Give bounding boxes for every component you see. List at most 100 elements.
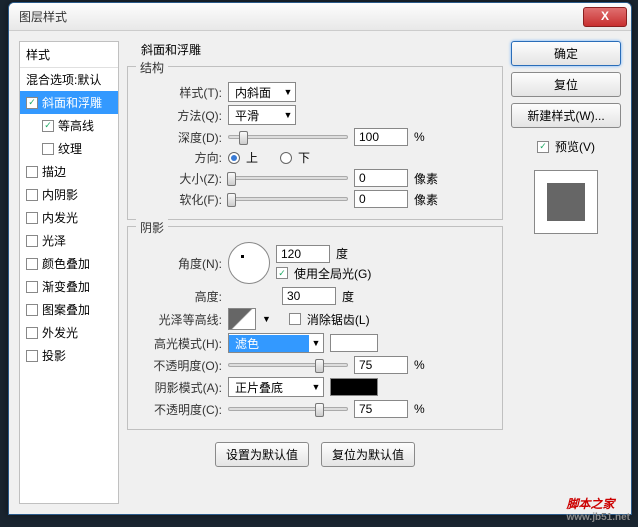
style-item[interactable]: 外发光	[20, 321, 118, 344]
soften-input[interactable]	[354, 190, 408, 208]
style-label: 颜色叠加	[42, 255, 90, 272]
direction-label: 方向:	[138, 149, 222, 166]
angle-label: 角度(N):	[138, 255, 222, 272]
shadow-mode-combo[interactable]: 正片叠底▼	[228, 377, 324, 397]
close-button[interactable]: X	[583, 7, 627, 27]
style-item[interactable]: 内阴影	[20, 183, 118, 206]
watermark: 脚本之家 www.jb51.net	[566, 491, 630, 523]
structure-legend: 结构	[136, 59, 168, 76]
style-item[interactable]: 混合选项:默认	[20, 68, 118, 91]
highlight-opacity-label: 不透明度(O):	[138, 357, 222, 374]
altitude-input[interactable]	[282, 287, 336, 305]
size-unit: 像素	[414, 170, 438, 187]
style-item[interactable]: 渐变叠加	[20, 275, 118, 298]
style-checkbox[interactable]	[42, 143, 54, 155]
style-checkbox[interactable]	[26, 235, 38, 247]
angle-dial[interactable]	[228, 242, 270, 284]
angle-input[interactable]	[276, 245, 330, 263]
method-combo[interactable]: 平滑▼	[228, 105, 296, 125]
window-title: 图层样式	[13, 8, 583, 25]
style-label: 斜面和浮雕	[42, 94, 102, 111]
style-label: 样式(T):	[138, 84, 222, 101]
size-label: 大小(Z):	[138, 170, 222, 187]
chevron-down-icon: ▼	[309, 338, 323, 348]
style-checkbox[interactable]	[26, 304, 38, 316]
style-checkbox[interactable]	[26, 350, 38, 362]
shadow-opacity-input[interactable]	[354, 400, 408, 418]
style-item[interactable]: 内发光	[20, 206, 118, 229]
highlight-opacity-slider[interactable]	[228, 363, 348, 367]
chevron-down-icon[interactable]: ▼	[262, 314, 271, 324]
style-checkbox[interactable]	[26, 189, 38, 201]
altitude-label: 高度:	[138, 288, 222, 305]
style-checkbox[interactable]	[42, 120, 54, 132]
style-label: 投影	[42, 347, 66, 364]
highlight-opacity-input[interactable]	[354, 356, 408, 374]
chevron-down-icon: ▼	[281, 87, 295, 97]
antialias-checkbox[interactable]	[289, 313, 301, 325]
style-checkbox[interactable]	[26, 327, 38, 339]
style-label: 内阴影	[42, 186, 78, 203]
style-label: 内发光	[42, 209, 78, 226]
style-checkbox[interactable]	[26, 281, 38, 293]
style-item[interactable]: 斜面和浮雕	[20, 91, 118, 114]
depth-slider[interactable]	[228, 135, 348, 139]
style-checkbox[interactable]	[26, 166, 38, 178]
style-checkbox[interactable]	[26, 258, 38, 270]
soften-label: 软化(F):	[138, 191, 222, 208]
style-label: 描边	[42, 163, 66, 180]
size-slider[interactable]	[228, 176, 348, 180]
styles-list: 样式 混合选项:默认斜面和浮雕等高线纹理描边内阴影内发光光泽颜色叠加渐变叠加图案…	[19, 41, 119, 504]
highlight-mode-label: 高光模式(H):	[138, 335, 222, 352]
style-item[interactable]: 描边	[20, 160, 118, 183]
gloss-label: 光泽等高线:	[138, 311, 222, 328]
style-checkbox[interactable]	[26, 212, 38, 224]
ok-button[interactable]: 确定	[511, 41, 621, 66]
section-title: 斜面和浮雕	[127, 41, 503, 58]
style-item[interactable]: 投影	[20, 344, 118, 367]
depth-input[interactable]	[354, 128, 408, 146]
preview-checkbox[interactable]: ✓	[537, 141, 549, 153]
style-checkbox[interactable]	[26, 97, 38, 109]
direction-up-radio[interactable]	[228, 152, 240, 164]
style-label: 光泽	[42, 232, 66, 249]
titlebar[interactable]: 图层样式 X	[9, 3, 631, 31]
method-label: 方法(Q):	[138, 107, 222, 124]
chevron-down-icon: ▼	[309, 382, 323, 392]
shading-legend: 阴影	[136, 219, 168, 236]
depth-unit: %	[414, 130, 425, 144]
cancel-button[interactable]: 复位	[511, 72, 621, 97]
style-label: 纹理	[58, 140, 82, 157]
style-label: 图案叠加	[42, 301, 90, 318]
style-combo[interactable]: 内斜面▼	[228, 82, 296, 102]
preview-swatch	[534, 170, 598, 234]
shadow-color-swatch[interactable]	[330, 378, 378, 396]
size-input[interactable]	[354, 169, 408, 187]
gloss-contour-picker[interactable]	[228, 308, 256, 330]
soften-unit: 像素	[414, 191, 438, 208]
style-item[interactable]: 光泽	[20, 229, 118, 252]
shadow-opacity-label: 不透明度(C):	[138, 401, 222, 418]
direction-down-radio[interactable]	[280, 152, 292, 164]
dialog-window: 图层样式 X 样式 混合选项:默认斜面和浮雕等高线纹理描边内阴影内发光光泽颜色叠…	[8, 2, 632, 515]
soften-slider[interactable]	[228, 197, 348, 201]
chevron-down-icon: ▼	[281, 110, 295, 120]
structure-group: 结构 样式(T): 内斜面▼ 方法(Q): 平滑▼ 深度(D): % 方向: 上…	[127, 66, 503, 220]
reset-default-button[interactable]: 复位为默认值	[321, 442, 415, 467]
style-item[interactable]: 图案叠加	[20, 298, 118, 321]
highlight-mode-combo[interactable]: 滤色▼	[228, 333, 324, 353]
shading-group: 阴影 角度(N): 度 ✓使用全局光(G) 高度: 度 光泽等高线: ▼ 消除锯…	[127, 226, 503, 430]
shadow-opacity-slider[interactable]	[228, 407, 348, 411]
depth-label: 深度(D):	[138, 129, 222, 146]
style-item[interactable]: 纹理	[20, 137, 118, 160]
style-item[interactable]: 等高线	[20, 114, 118, 137]
style-label: 等高线	[58, 117, 94, 134]
style-item[interactable]: 颜色叠加	[20, 252, 118, 275]
make-default-button[interactable]: 设置为默认值	[215, 442, 309, 467]
global-light-checkbox[interactable]: ✓	[276, 267, 288, 279]
shadow-mode-label: 阴影模式(A):	[138, 379, 222, 396]
style-label: 外发光	[42, 324, 78, 341]
new-style-button[interactable]: 新建样式(W)...	[511, 103, 621, 128]
highlight-color-swatch[interactable]	[330, 334, 378, 352]
style-label: 混合选项:默认	[26, 71, 101, 88]
